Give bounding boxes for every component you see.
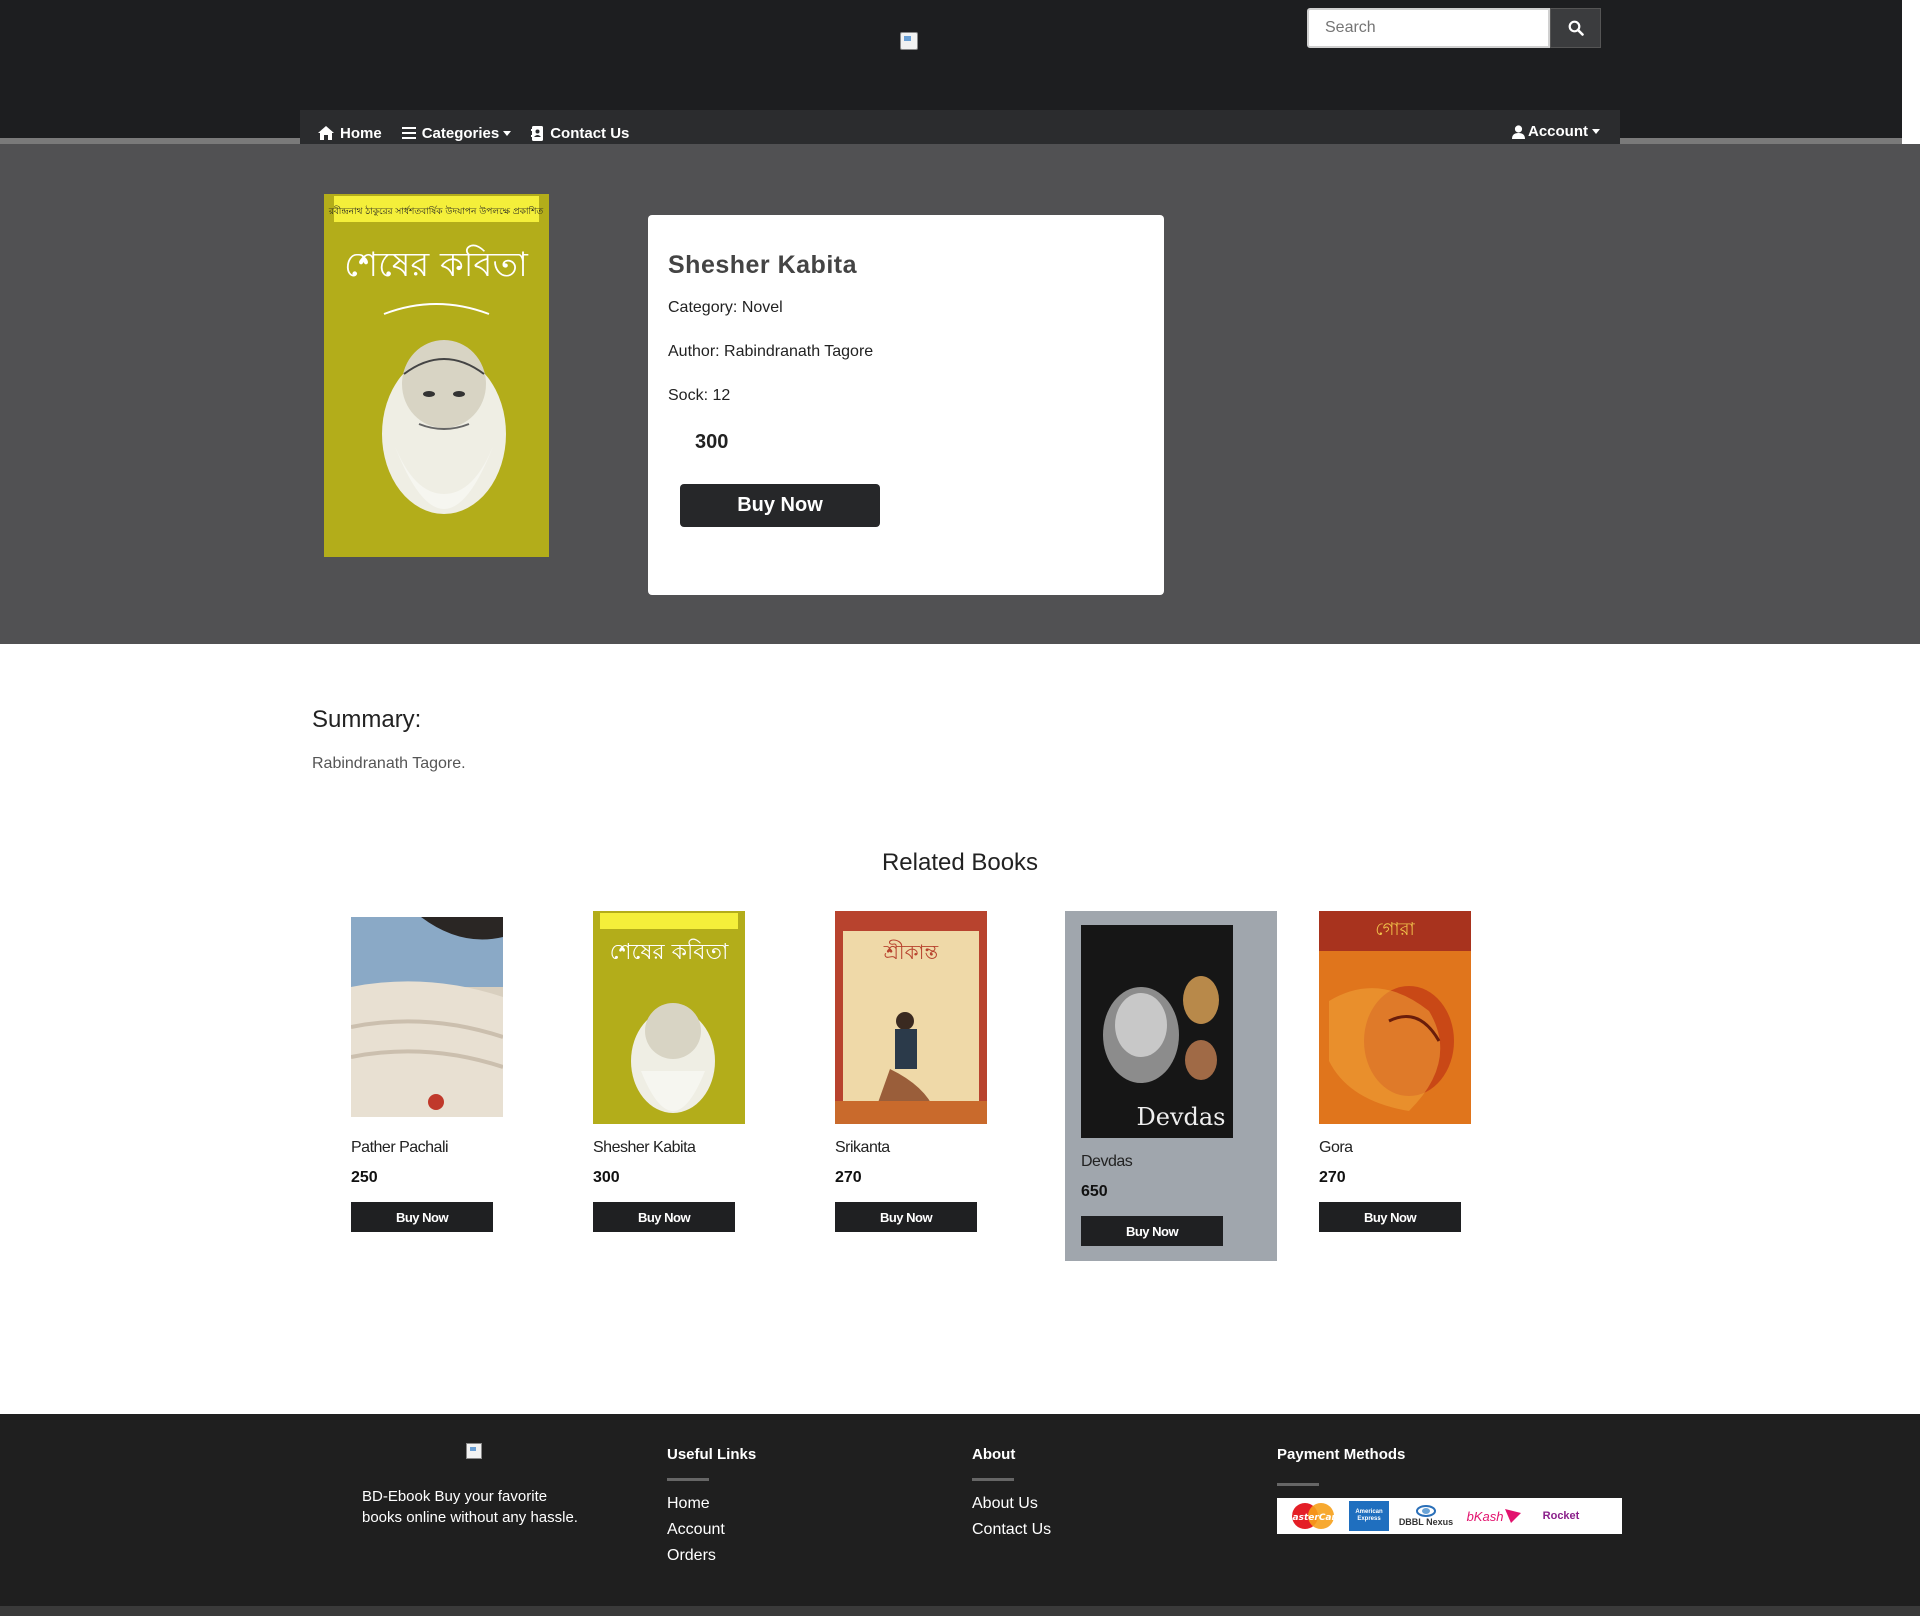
chevron-down-icon — [503, 130, 512, 136]
footer-link-account[interactable]: Account — [667, 1521, 725, 1539]
footer-payment-title: Payment Methods — [1277, 1446, 1406, 1463]
book-price: 270 — [835, 1169, 862, 1186]
home-icon — [318, 126, 334, 140]
footer-link-home[interactable]: Home — [667, 1495, 710, 1513]
svg-text:শ্রীকান্ত: শ্রীকান্ত — [883, 940, 940, 964]
american-express-logo: American Express — [1349, 1501, 1389, 1531]
book-card[interactable]: গোরা Gora 270 Buy Now — [1298, 911, 1510, 1241]
book-cover-image: শেষের কবিতা — [593, 911, 745, 1124]
summary-heading: Summary: — [312, 706, 422, 733]
nav-contact[interactable]: Contact Us — [531, 125, 629, 142]
footer-divider — [1277, 1483, 1319, 1486]
book-card[interactable]: Pather Pachali 250 Buy Now — [330, 911, 542, 1241]
footer-link-about-us[interactable]: About Us — [972, 1495, 1038, 1513]
search-icon — [1568, 20, 1584, 36]
book-author: Author: Rabindranath Tagore — [668, 343, 874, 360]
book-title: Shesher Kabita — [668, 251, 858, 279]
footer-about-title: About — [972, 1446, 1016, 1463]
footer-divider — [972, 1478, 1014, 1481]
nav-account-dropdown[interactable]: Account — [1512, 123, 1600, 140]
book-name: Pather Pachali — [351, 1139, 449, 1156]
buy-now-button[interactable]: Buy Now — [1319, 1202, 1461, 1232]
book-card[interactable]: শেষের কবিতা Shesher Kabita 300 Buy Now — [572, 911, 784, 1241]
book-cover-image: গোরা — [1319, 911, 1471, 1124]
site-footer — [0, 1414, 1920, 1606]
book-card[interactable]: শ্রীকান্ত Srikanta 270 Buy Now — [814, 911, 1026, 1241]
book-cover-image — [351, 917, 503, 1117]
nav-contact-label: Contact Us — [550, 124, 630, 142]
user-icon — [1512, 124, 1525, 139]
buy-now-button[interactable]: Buy Now — [593, 1202, 735, 1232]
buy-now-button[interactable]: Buy Now — [680, 484, 880, 527]
nav-home-label: Home — [340, 124, 382, 142]
book-price: 250 — [351, 1169, 378, 1186]
bkash-bird-icon — [1505, 1509, 1522, 1523]
rocket-logo: Rocket — [1542, 1510, 1580, 1522]
search-input[interactable] — [1307, 8, 1550, 48]
book-name: Devdas — [1081, 1153, 1133, 1170]
payment-methods-strip: MasterCard American Express DBBL Nexus b… — [1277, 1498, 1622, 1534]
buy-now-button[interactable]: Buy Now — [351, 1202, 493, 1232]
nav-home[interactable]: Home — [318, 125, 382, 142]
book-name: Gora — [1319, 1139, 1353, 1156]
scrollbar-track[interactable] — [1902, 0, 1920, 111]
bkash-logo: bKash — [1463, 1501, 1527, 1531]
book-info-card: Shesher Kabita Category: Novel Author: R… — [648, 215, 1164, 595]
search-button[interactable] — [1550, 8, 1601, 48]
book-name: Srikanta — [835, 1139, 890, 1156]
site-logo-image[interactable] — [900, 32, 918, 50]
buy-now-button[interactable]: Buy Now — [1081, 1216, 1223, 1246]
dbbl-nexus-logo: DBBL Nexus — [1393, 1501, 1459, 1531]
book-category: Category: Novel — [668, 299, 783, 316]
book-cover-image: রবীন্দ্রনাথ ঠাকুরের সার্ধশতবার্ষিক উদযাপ… — [324, 194, 549, 557]
address-book-icon — [531, 125, 544, 141]
footer-useful-links-title: Useful Links — [667, 1446, 757, 1463]
dbbl-nexus-icon — [1416, 1505, 1436, 1517]
svg-text:শেষের কবিতা: শেষের কবিতা — [610, 939, 729, 965]
cover-title-text: শেষের কবিতা — [344, 245, 529, 285]
chevron-down-icon — [1592, 129, 1600, 134]
book-cover-image: শ্রীকান্ত — [835, 911, 987, 1124]
svg-text:Devdas: Devdas — [1137, 1103, 1226, 1131]
svg-text:MasterCard: MasterCard — [1284, 1513, 1343, 1523]
footer-divider — [667, 1478, 709, 1481]
nav-account-label: Account — [1528, 123, 1588, 140]
book-price: 300 — [593, 1169, 620, 1186]
search-form — [1307, 8, 1601, 48]
footer-bottom-bar — [0, 1606, 1920, 1616]
menu-icon — [401, 127, 416, 139]
summary-text: Rabindranath Tagore. — [312, 755, 466, 772]
book-price: 300 — [695, 431, 729, 453]
book-price: 270 — [1319, 1169, 1346, 1186]
footer-description: BD-Ebook Buy your favorite books online … — [362, 1488, 578, 1526]
cover-banner-text: রবীন্দ্রনাথ ঠাকুরের সার্ধশতবার্ষিক উদযাপ… — [328, 205, 544, 217]
book-cover-image: Devdas — [1081, 925, 1233, 1138]
buy-now-button[interactable]: Buy Now — [835, 1202, 977, 1232]
svg-text:গোরা: গোরা — [1375, 919, 1415, 940]
nav-categories-dropdown[interactable]: Categories — [401, 124, 512, 142]
footer-logo-image — [466, 1443, 482, 1459]
book-name: Shesher Kabita — [593, 1139, 696, 1156]
mastercard-logo: MasterCard — [1281, 1501, 1345, 1531]
footer-link-contact-us[interactable]: Contact Us — [972, 1521, 1051, 1539]
book-stock: Sock: 12 — [668, 387, 731, 404]
related-books-heading: Related Books — [881, 849, 1039, 876]
nav-categories-label: Categories — [421, 124, 500, 142]
book-card[interactable]: Devdas Devdas 650 Buy Now — [1065, 911, 1277, 1261]
book-price: 650 — [1081, 1183, 1108, 1200]
footer-link-orders[interactable]: Orders — [667, 1547, 716, 1565]
